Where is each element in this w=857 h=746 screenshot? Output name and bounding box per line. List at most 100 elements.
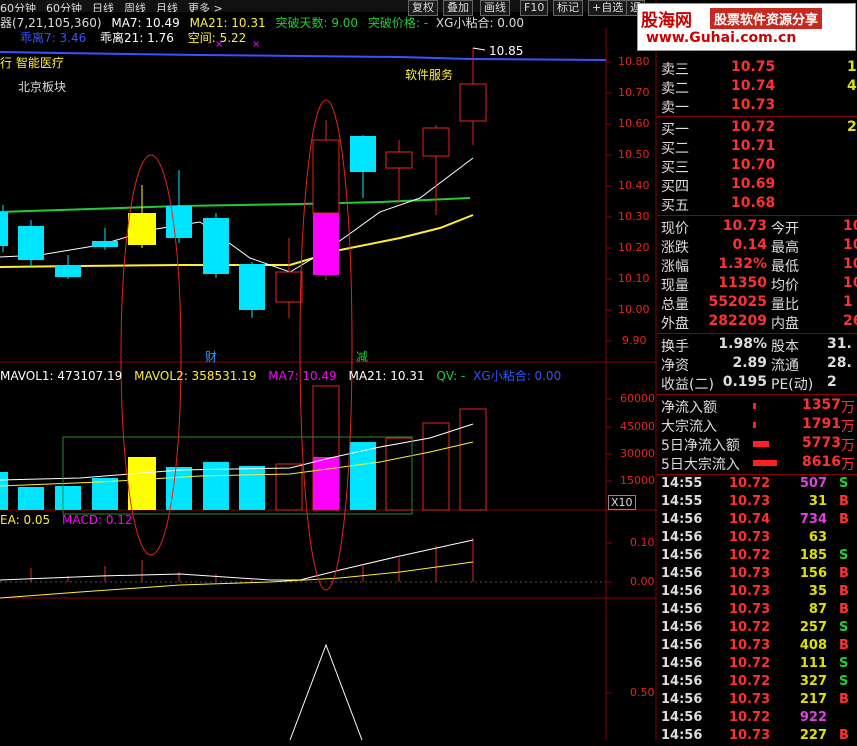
flow-value: 1791	[802, 416, 841, 432]
tick-time: 14:56	[661, 656, 703, 671]
stat-value: 1.32%	[718, 256, 767, 272]
axis-label: 10.40	[618, 179, 650, 192]
vol-axis-label: 30000	[620, 447, 655, 460]
stat-value: 1	[843, 294, 853, 310]
tick-volume: 922	[799, 710, 827, 725]
stat-value: 10	[843, 218, 857, 234]
sector-label-3: 软件服务	[405, 68, 454, 82]
tick-row: 14:56 10.73 35 B	[659, 584, 857, 602]
fund-flow-row: 大宗流入 1791 万	[659, 416, 857, 435]
macd-value: MACD: 0.12	[61, 513, 133, 527]
tick-volume: 327	[799, 674, 827, 689]
tick-volume: 63	[808, 530, 827, 545]
fund-stat-row: 净资 2.89 流通 28.	[659, 355, 857, 374]
flow-value: 1357	[802, 397, 841, 413]
stat-value: 552025	[708, 294, 767, 310]
order-book-row[interactable]: 买三 10.70	[659, 157, 857, 176]
order-label: 卖一	[661, 100, 689, 116]
tick-volume: 257	[799, 620, 827, 635]
order-book-row[interactable]: 买二 10.71	[659, 138, 857, 157]
dev7-value: 乖离7: 3.46	[20, 31, 87, 45]
tick-time: 14:56	[661, 512, 703, 527]
vol-axis-label: 15000	[620, 474, 655, 487]
tick-row: 14:56 10.72 257 S	[659, 620, 857, 638]
macd-axis-label: 0.10	[630, 536, 655, 549]
xg-value: XG小粘合: 0.00	[435, 16, 525, 30]
breakout-days: 突破天数: 9.00	[275, 16, 359, 30]
marker-cai: 财	[205, 350, 218, 364]
tick-side: S	[839, 674, 849, 689]
vol-axis-label: 60000	[620, 392, 655, 405]
order-book-row[interactable]: 买四 10.69	[659, 176, 857, 195]
tick-price: 10.73	[729, 602, 771, 617]
tick-time: 14:56	[661, 566, 703, 581]
stat-label: 最高	[771, 240, 799, 256]
ma7-value: MA7: 10.49	[111, 16, 180, 30]
deviation-header: 乖离7: 3.46 乖离21: 1.76 空间: 5.22	[0, 29, 246, 46]
stat-label: 涨跌	[661, 240, 689, 256]
tick-side: B	[839, 692, 849, 707]
tick-side: B	[839, 494, 849, 509]
tick-row: 14:56 10.73 408 B	[659, 638, 857, 656]
dev21-value: 乖离21: 1.76	[100, 31, 174, 45]
tick-side: B	[839, 584, 849, 599]
order-book-row[interactable]: 买一 10.72 20	[659, 119, 857, 138]
order-price: 10.70	[731, 157, 776, 173]
tick-row: 14:55 10.72 507 S	[659, 476, 857, 494]
tick-price: 10.73	[729, 692, 771, 707]
tick-time: 14:56	[661, 638, 703, 653]
fund-flow-row: 5日大宗流入 8616 万	[659, 454, 857, 473]
bottom-axis-label: 0.50	[630, 686, 655, 699]
order-label: 卖三	[661, 62, 689, 78]
axis-label: 9.90	[622, 334, 647, 347]
stat-value: 0.14	[732, 237, 767, 253]
order-price: 10.75	[731, 59, 776, 75]
stat-label: PE(动)	[771, 377, 814, 393]
tick-price: 10.72	[729, 476, 771, 491]
macd-axis-label: 0.00	[630, 575, 655, 588]
tick-volume: 185	[799, 548, 827, 563]
order-book-row[interactable]: 卖一 10.73	[659, 97, 857, 116]
stat-label: 流通	[771, 358, 799, 374]
order-label: 买二	[661, 141, 689, 157]
tick-side: B	[839, 512, 849, 527]
axis-label: 10.10	[618, 272, 650, 285]
stat-value: 10	[843, 256, 857, 272]
stat-label: 量比	[771, 297, 799, 313]
divider	[657, 474, 857, 475]
tick-side: B	[839, 566, 849, 581]
flow-bar	[753, 460, 777, 466]
indicator-title: 器(7,21,105,360)	[0, 16, 102, 30]
order-volume: 20	[847, 119, 857, 135]
volume-header: MAVOL1: 473107.19 MAVOL2: 358531.19 MA7:…	[0, 367, 561, 384]
stat-label: 内盘	[771, 316, 799, 332]
flow-label: 大宗流入	[661, 419, 717, 435]
order-book-row[interactable]: 卖三 10.75 10	[659, 59, 857, 78]
tick-row: 14:56 10.72 327 S	[659, 674, 857, 692]
tick-price: 10.72	[729, 674, 771, 689]
tick-price: 10.72	[729, 548, 771, 563]
order-book-row[interactable]: 卖二 10.74 43	[659, 78, 857, 97]
logo-name: 股海网	[641, 11, 692, 31]
stat-value: 11350	[718, 275, 767, 291]
flow-label: 5日净流入额	[661, 438, 740, 454]
flow-label: 5日大宗流入	[661, 457, 740, 473]
tick-price: 10.72	[729, 656, 771, 671]
ma21-value: MA21: 10.31	[189, 16, 266, 30]
flow-unit: 万	[841, 457, 855, 473]
quote-stat-row: 总量 552025 量比 1	[659, 294, 857, 313]
flow-unit: 万	[841, 400, 855, 416]
divider	[657, 215, 857, 216]
tick-time: 14:56	[661, 692, 703, 707]
flow-unit: 万	[841, 438, 855, 454]
stat-label: 现价	[661, 221, 689, 237]
order-label: 买五	[661, 198, 689, 214]
fund-flow-row: 净流入额 1357 万	[659, 397, 857, 416]
tick-price: 10.73	[729, 584, 771, 599]
order-label: 卖二	[661, 81, 689, 97]
order-volume: 43	[847, 78, 857, 94]
quote-stat-row: 涨幅 1.32%最低 10	[659, 256, 857, 275]
order-book-row[interactable]: 买五 10.68	[659, 195, 857, 214]
tick-volume: 217	[799, 692, 827, 707]
tick-row: 14:56 10.72 922	[659, 710, 857, 728]
